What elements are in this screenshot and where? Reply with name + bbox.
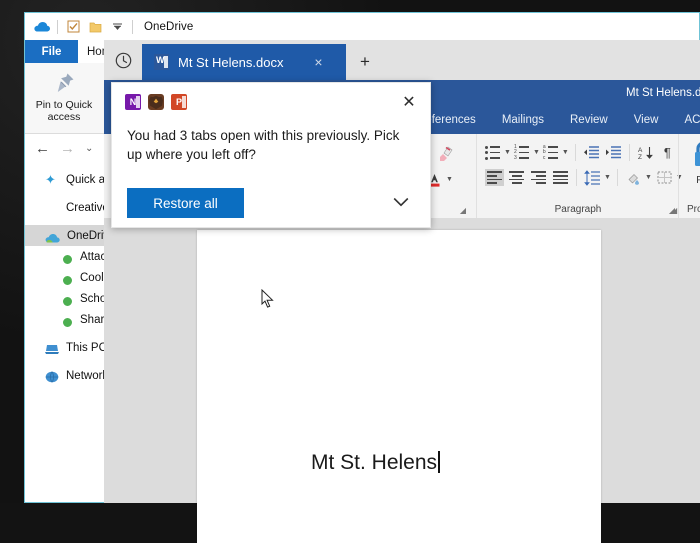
onenote-icon: N xyxy=(125,94,141,110)
document-area[interactable]: Mt St. Helens xyxy=(104,218,700,543)
chevron-down-icon[interactable]: ▼ xyxy=(504,149,511,156)
decrease-indent-icon[interactable] xyxy=(582,143,601,162)
protect-dialog-launcher[interactable]: ◢ xyxy=(671,206,677,215)
word-icon xyxy=(154,54,169,70)
align-left-icon[interactable] xyxy=(485,169,504,186)
dialog-message: You had 3 tabs open with this previously… xyxy=(127,128,400,162)
text-highlight-icon[interactable] xyxy=(436,143,455,162)
sort-icon[interactable]: AZ xyxy=(636,143,655,162)
star-icon: ✦ xyxy=(45,171,56,187)
borders-icon[interactable] xyxy=(655,168,674,187)
clock-history-icon[interactable] xyxy=(104,40,142,80)
properties-icon[interactable] xyxy=(62,17,84,37)
sidebar-item-label: Creative xyxy=(66,201,109,214)
dialog-app-icons: N P xyxy=(125,94,187,110)
tab-view[interactable]: View xyxy=(621,114,672,126)
show-formatting-icon[interactable]: ¶ xyxy=(658,143,677,162)
svg-text:A: A xyxy=(638,147,643,154)
multilevel-list-icon[interactable]: a b c xyxy=(543,144,560,161)
document-tab[interactable]: Mt St Helens.docx × xyxy=(142,44,346,80)
ribbon-divider xyxy=(628,144,630,161)
explorer-title: OneDrive xyxy=(144,20,194,33)
folder-sync-icon xyxy=(59,292,73,306)
sidebar-item-label: This PC xyxy=(66,341,107,354)
ribbon-group-protect: Pro Prot ◢ xyxy=(671,134,700,218)
new-tab-button[interactable]: + xyxy=(346,44,384,80)
folder-sync-icon xyxy=(59,250,73,264)
sidebar-item-label: Network xyxy=(66,369,109,382)
ribbon-divider xyxy=(574,144,576,161)
new-folder-icon[interactable] xyxy=(84,17,106,37)
bullet-list-icon[interactable] xyxy=(485,145,502,161)
document-text: Mt St. Helens xyxy=(311,451,438,474)
forward-button[interactable]: → xyxy=(60,141,75,156)
brave-icon xyxy=(148,94,164,110)
recent-locations-button[interactable]: ⌄ xyxy=(85,143,93,154)
increase-indent-icon[interactable] xyxy=(604,143,623,162)
titlebar-divider-2 xyxy=(132,19,133,34)
protect-button-label: Pro xyxy=(696,175,700,186)
ribbon-group-label: Prot xyxy=(687,204,700,215)
powerpoint-icon: P xyxy=(171,94,187,110)
onedrive-cloud-icon xyxy=(31,17,53,37)
ribbon-group-paragraph: ▼ 1 2 3 ▼ a b c ▼ A Z ¶ ▼ ▼ ▼ Paragraph … xyxy=(476,134,683,218)
align-center-icon[interactable] xyxy=(507,169,526,186)
ribbon-group-label: Paragraph xyxy=(554,204,602,215)
back-button[interactable]: ← xyxy=(35,141,50,156)
chevron-down-icon[interactable]: ▼ xyxy=(645,174,652,181)
titlebar-divider-1 xyxy=(57,19,58,34)
line-spacing-icon[interactable] xyxy=(583,168,602,187)
pin-label: Pin to Quick access xyxy=(36,99,93,123)
pin-label-line1: Pin to Quick xyxy=(35,99,93,111)
ribbon-divider xyxy=(616,169,618,186)
shading-icon[interactable] xyxy=(624,168,643,187)
folder-sync-icon xyxy=(59,271,73,285)
mouse-cursor xyxy=(261,288,274,308)
protect-button[interactable]: Pro xyxy=(681,140,700,186)
document-page[interactable]: Mt St. Helens xyxy=(197,230,601,543)
chevron-down-icon[interactable]: ▼ xyxy=(446,176,453,183)
customize-chevron-icon[interactable] xyxy=(106,17,128,37)
chevron-down-icon[interactable]: ▼ xyxy=(604,174,611,181)
word-title-text: Mt St Helens.d xyxy=(626,87,700,99)
explorer-titlebar: OneDrive xyxy=(25,13,699,40)
cloud-icon xyxy=(45,233,60,243)
tab-review[interactable]: Review xyxy=(557,114,621,126)
svg-text:Z: Z xyxy=(638,154,642,161)
pc-icon xyxy=(45,344,59,355)
pin-label-line2: access xyxy=(47,111,81,123)
numbered-list-icon[interactable]: 1 2 3 xyxy=(514,144,531,161)
folder-icon xyxy=(45,201,59,215)
explorer-tab-file[interactable]: File xyxy=(25,40,78,63)
pin-icon xyxy=(50,69,78,97)
close-icon[interactable]: ✕ xyxy=(398,91,420,113)
ribbon-divider xyxy=(576,169,577,186)
font-dialog-launcher[interactable]: ◢ xyxy=(460,206,466,215)
office-tab-strip: Mt St Helens.docx × + xyxy=(104,40,700,80)
folder-sync-icon xyxy=(59,313,73,327)
document-tab-title: Mt St Helens.docx xyxy=(178,54,284,70)
chevron-down-icon[interactable]: ▼ xyxy=(562,149,569,156)
lock-icon xyxy=(691,140,700,173)
tab-mailings[interactable]: Mailings xyxy=(489,114,557,126)
justify-icon[interactable] xyxy=(551,169,570,186)
restore-all-button[interactable]: Restore all xyxy=(127,188,244,218)
close-tab-icon[interactable]: × xyxy=(309,54,329,70)
align-right-icon[interactable] xyxy=(529,169,548,186)
network-icon xyxy=(45,371,59,383)
document-heading: Mt St. Helens xyxy=(311,451,440,475)
chevron-down-icon[interactable]: ▼ xyxy=(533,149,540,156)
tab-acrobat[interactable]: ACR xyxy=(671,114,700,126)
restore-tabs-dialog: N P ✕ You had 3 tabs open with this prev… xyxy=(111,82,431,228)
sidebar-item-label: OneDriv xyxy=(67,229,110,242)
text-caret xyxy=(438,451,440,473)
pin-to-quick-access-button[interactable]: Pin to Quick access xyxy=(25,63,103,133)
chevron-down-icon[interactable] xyxy=(388,189,414,215)
